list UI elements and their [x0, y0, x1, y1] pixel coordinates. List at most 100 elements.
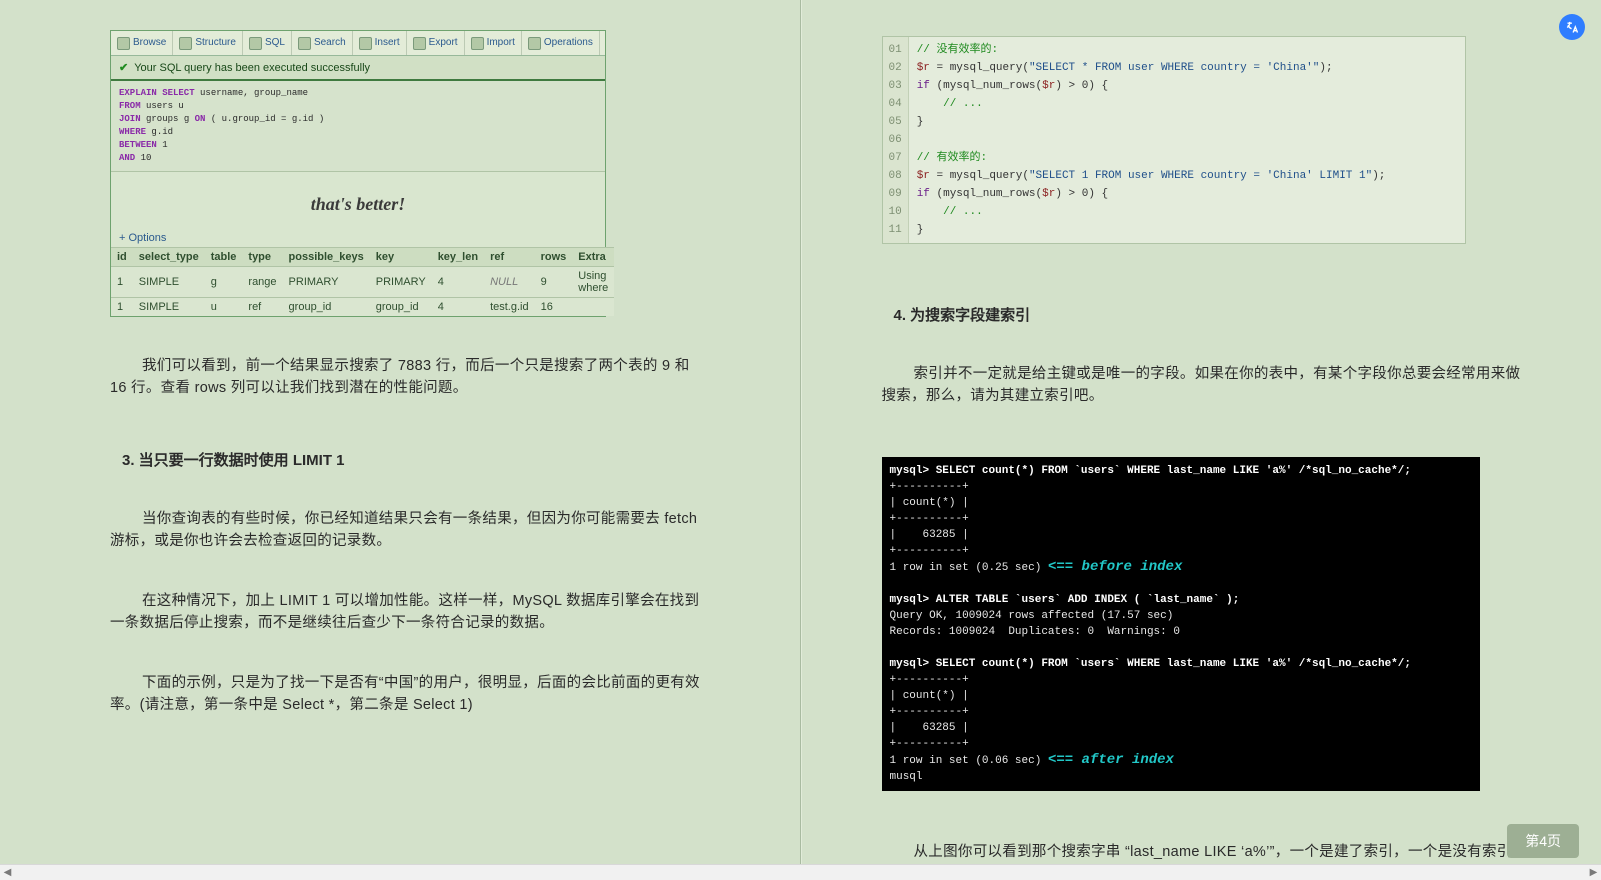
- comment: // ...: [917, 98, 983, 110]
- term-line: | 63285 |: [890, 722, 969, 734]
- term-line: +----------+: [890, 674, 969, 686]
- ln: 06: [889, 134, 902, 146]
- paragraph: 索引并不一定就是给主键或是唯一的字段。如果在你的表中，有某个字段你总要会经常用来…: [882, 363, 1532, 407]
- page-right-content: 01 02 03 04 05 06 07 08 09 10 11 // 没有效率…: [802, 0, 1601, 880]
- pma-tab-structure: Structure: [173, 31, 243, 55]
- export-icon: [413, 37, 426, 50]
- td: SIMPLE: [133, 298, 205, 317]
- kw: if: [917, 188, 930, 200]
- ln: 10: [889, 206, 902, 218]
- tab-label: Browse: [133, 34, 166, 52]
- term-line: +----------+: [890, 738, 969, 750]
- pma-tab-insert: Insert: [353, 31, 407, 55]
- term-line: +----------+: [890, 513, 969, 525]
- tab-label: SQL: [265, 34, 285, 52]
- th: Extra: [572, 248, 614, 267]
- insert-icon: [359, 37, 372, 50]
- td: 16: [535, 298, 573, 317]
- var: $r: [917, 170, 930, 182]
- search-icon: [298, 37, 311, 50]
- term-line: 1 row in set (0.25 sec): [890, 562, 1048, 574]
- term-line: | count(*) |: [890, 497, 969, 509]
- after-index-label: <== after index: [1048, 752, 1174, 768]
- paragraph: 下面的示例，只是为了找一下是否有“中国”的用户，很明显，后面的会比前面的更有效率…: [110, 672, 710, 716]
- page-left: Browse Structure SQL Search Insert Expor…: [0, 0, 801, 880]
- pma-tab-browse: Browse: [111, 31, 173, 55]
- td: 9: [535, 267, 573, 298]
- code: );: [1372, 170, 1385, 182]
- td: PRIMARY: [370, 267, 432, 298]
- th: ref: [484, 248, 535, 267]
- comment: // 没有效率的:: [917, 44, 998, 56]
- code: 10: [135, 153, 151, 163]
- code: username, group_name: [195, 88, 308, 98]
- pma-success: ✔Your SQL query has been executed succes…: [111, 56, 605, 81]
- pma-screenshot: Browse Structure SQL Search Insert Expor…: [110, 30, 606, 317]
- code: ) > 0) {: [1055, 80, 1108, 92]
- scroll-right-icon[interactable]: ▶: [1586, 865, 1601, 880]
- viewport: Browse Structure SQL Search Insert Expor…: [0, 0, 1601, 880]
- comment: // 有效率的:: [917, 152, 987, 164]
- code: ( u.group_id = g.id ): [205, 114, 324, 124]
- browse-icon: [117, 37, 130, 50]
- term-line: +----------+: [890, 706, 969, 718]
- code: users u: [141, 101, 184, 111]
- ln: 02: [889, 62, 902, 74]
- kw: if: [917, 80, 930, 92]
- horizontal-scrollbar[interactable]: ◀ ▶: [0, 864, 1601, 880]
- code: ) > 0) {: [1055, 188, 1108, 200]
- var: $r: [917, 62, 930, 74]
- paragraph: 我们可以看到，前一个结果显示搜索了 7883 行，而后一个只是搜索了两个表的 9…: [110, 355, 710, 399]
- scroll-left-icon[interactable]: ◀: [0, 865, 15, 880]
- ln: 05: [889, 116, 902, 128]
- th: key_len: [432, 248, 484, 267]
- term-line: Query OK, 1009024 rows affected (17.57 s…: [890, 610, 1174, 622]
- pma-tab-import: Import: [465, 31, 522, 55]
- tab-label: Import: [487, 34, 515, 52]
- translate-icon: [1565, 20, 1580, 35]
- str: "SELECT 1 FROM user WHERE country = 'Chi…: [1029, 170, 1372, 182]
- heading-3: 3. 当只要一行数据时使用 LIMIT 1: [122, 449, 710, 470]
- td: u: [205, 298, 243, 317]
- line-numbers: 01 02 03 04 05 06 07 08 09 10 11: [883, 37, 909, 243]
- page-badge[interactable]: 第4页: [1507, 824, 1579, 858]
- pma-tab-sql: SQL: [243, 31, 292, 55]
- success-text: Your SQL query has been executed success…: [134, 62, 370, 74]
- td: NULL: [484, 267, 535, 298]
- th: key: [370, 248, 432, 267]
- ln: 09: [889, 188, 902, 200]
- code: }: [917, 224, 924, 236]
- td: Using where: [572, 267, 614, 298]
- tab-label: Export: [429, 34, 458, 52]
- code: = mysql_query(: [930, 62, 1029, 74]
- kw: JOIN: [119, 114, 141, 124]
- term-line: | count(*) |: [890, 690, 969, 702]
- paragraph: 在这种情况下，加上 LIMIT 1 可以增加性能。这样一样，MySQL 数据库引…: [110, 590, 710, 634]
- kw: BETWEEN: [119, 140, 157, 150]
- term-line: +----------+: [890, 481, 969, 493]
- td: PRIMARY: [283, 267, 370, 298]
- td: [572, 298, 614, 317]
- source: // 没有效率的: $r = mysql_query("SELECT * FRO…: [909, 37, 1394, 243]
- code: g.id: [146, 127, 173, 137]
- str: "SELECT * FROM user WHERE country = 'Chi…: [1029, 62, 1319, 74]
- term-line: mysql> SELECT count(*) FROM `users` WHER…: [890, 465, 1412, 477]
- term-line: +----------+: [890, 545, 969, 557]
- options-link: + Options: [111, 229, 605, 247]
- code: (mysql_num_rows(: [930, 188, 1042, 200]
- tab-label: Insert: [375, 34, 400, 52]
- td: group_id: [283, 298, 370, 317]
- mysql-terminal: mysql> SELECT count(*) FROM `users` WHER…: [882, 457, 1480, 791]
- tab-label: Structure: [195, 34, 236, 52]
- ln: 03: [889, 80, 902, 92]
- term-line: | 63285 |: [890, 529, 969, 541]
- ln: 11: [889, 224, 902, 236]
- import-icon: [471, 37, 484, 50]
- page-left-content: Browse Structure SQL Search Insert Expor…: [0, 0, 800, 784]
- th: possible_keys: [283, 248, 370, 267]
- code: (mysql_num_rows(: [930, 80, 1042, 92]
- translate-fab[interactable]: [1559, 14, 1585, 40]
- pma-sql-code: EXPLAIN SELECT username, group_name FROM…: [111, 81, 605, 172]
- code: );: [1319, 62, 1332, 74]
- code: groups g: [141, 114, 195, 124]
